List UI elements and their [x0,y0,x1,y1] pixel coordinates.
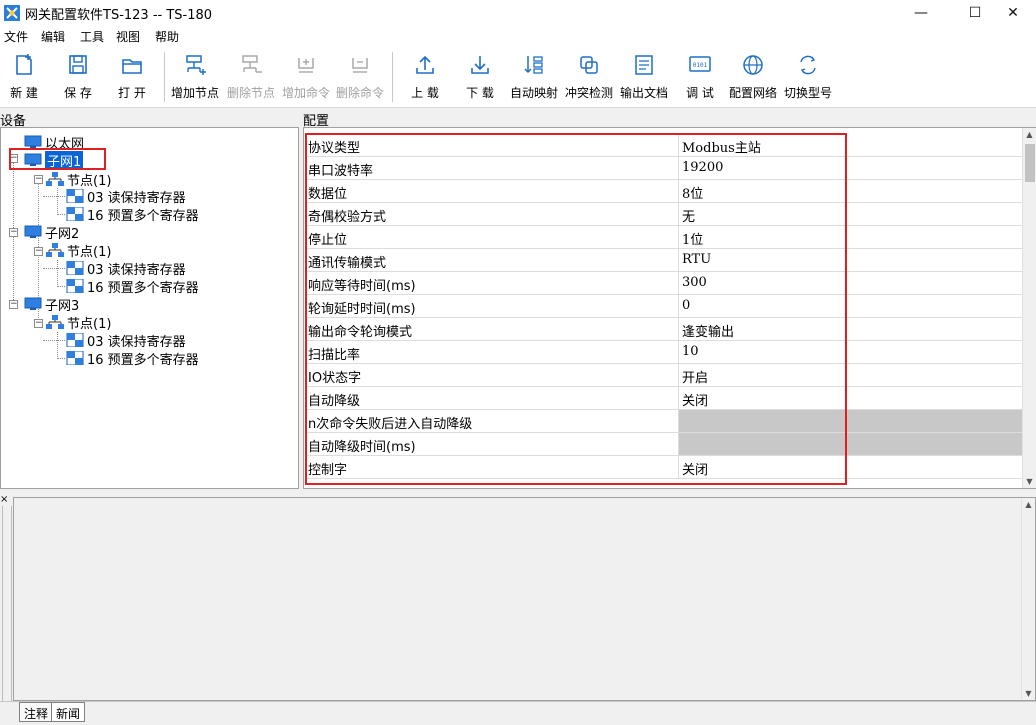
title-bar: 网关配置软件TS-123 -- TS-180 — ☐ ✕ [0,0,1036,26]
document-icon [635,55,653,75]
add-node-button[interactable]: 增加节点 [168,52,222,104]
tree-item-command-16[interactable]: 16 预置多个寄存器 [66,205,199,224]
new-file-icon [16,54,32,75]
add-node-icon [186,55,206,75]
scroll-up-arrow-icon[interactable]: ▲ [1022,500,1035,509]
register-icon [66,207,84,221]
tree-item-subnet3[interactable]: 子网3 [24,295,79,314]
collapse-toggle-subnet2[interactable]: − [9,228,18,237]
minimize-button[interactable]: — [898,0,944,26]
output-splitter[interactable] [2,506,12,701]
new-button[interactable]: 新 建 [6,52,42,104]
tree-item-command-03[interactable]: 03 读保持寄存器 [66,259,186,278]
download-button[interactable]: 下 载 [460,52,500,104]
bottom-tab-bar [0,701,1036,725]
scroll-up-arrow-icon[interactable]: ▲ [1023,130,1036,139]
menu-file[interactable]: 文件 [4,28,28,45]
globe-icon [743,55,763,75]
conflict-check-icon [580,56,598,74]
register-icon [66,333,84,347]
tree-line [57,188,58,215]
register-icon [66,351,84,365]
menu-view[interactable]: 视图 [116,28,140,45]
export-doc-button[interactable]: 输出文档 [618,52,670,104]
collapse-toggle-subnet3[interactable]: − [9,300,18,309]
switch-model-button[interactable]: 切换型号 [782,52,834,104]
tree-item-command-16[interactable]: 16 预置多个寄存器 [66,349,199,368]
scroll-down-arrow-icon[interactable]: ▼ [1023,477,1036,486]
tree-line [57,358,65,359]
output-panel: ▲ ▼ [13,497,1036,701]
auto-map-button[interactable]: 自动映射 [508,52,560,104]
monitor-icon [24,135,42,148]
selection-highlight-box [9,148,106,170]
add-command-icon [298,58,314,73]
debug-button[interactable]: 0101 调 试 [680,52,720,104]
add-command-button[interactable]: 增加命令 [279,52,333,104]
config-network-button[interactable]: 配置网络 [727,52,779,104]
app-icon [4,5,20,21]
tree-line [57,332,58,359]
output-scrollbar[interactable]: ▲ ▼ [1021,498,1035,700]
close-button[interactable]: ✕ [990,0,1036,26]
window-title: 网关配置软件TS-123 -- TS-180 [25,8,213,23]
tab-comments[interactable]: 注释 [19,702,54,722]
scroll-thumb[interactable] [1025,144,1035,182]
switch-icon [800,55,816,75]
collapse-toggle-node[interactable]: − [34,319,43,328]
tree-line [43,340,65,341]
tree-item-command-03[interactable]: 03 读保持寄存器 [66,331,186,350]
register-icon [66,279,84,293]
delete-command-button[interactable]: 删除命令 [333,52,387,104]
auto-map-icon [524,56,543,74]
toolbar-separator [164,52,165,102]
menu-tools[interactable]: 工具 [80,28,104,45]
collapse-toggle-node[interactable]: − [34,175,43,184]
register-icon [66,261,84,275]
output-close-icon[interactable]: × [0,494,8,505]
menu-help[interactable]: 帮助 [155,28,179,45]
download-icon [471,56,489,74]
collapse-toggle-node[interactable]: − [34,247,43,256]
network-node-icon [46,243,64,257]
open-button[interactable]: 打 开 [114,52,150,104]
tree-line [43,268,65,269]
network-node-icon [46,315,64,329]
menu-bar: 文件 编辑 工具 视图 帮助 [0,26,1036,46]
tree-item-node[interactable]: 节点(1) [46,241,111,260]
monitor-icon [24,225,42,238]
tab-news[interactable]: 新闻 [51,702,86,722]
delete-node-button[interactable]: 删除节点 [224,52,278,104]
upload-icon [416,55,434,74]
config-highlight-box [305,133,847,485]
tree-item-node[interactable]: 节点(1) [46,170,111,189]
tree-line [57,214,65,215]
toolbar: 新 建 保 存 打 开 增加节点 删除节点 增加命令 删除命令 上 载 下 载 … [0,46,1036,108]
tree-line [57,260,58,287]
toolbar-separator [392,52,393,102]
conflict-check-button[interactable]: 冲突检测 [563,52,615,104]
scroll-down-arrow-icon[interactable]: ▼ [1022,689,1035,698]
folder-icon [122,59,142,74]
binary-monitor-icon: 0101 [689,56,711,72]
property-scrollbar[interactable]: ▲ ▼ [1022,128,1036,488]
upload-button[interactable]: 上 载 [405,52,445,104]
delete-command-icon [352,58,368,73]
tree-item-command-03[interactable]: 03 读保持寄存器 [66,187,186,206]
tree-item-node[interactable]: 节点(1) [46,313,111,332]
tree-line [43,196,65,197]
register-icon [66,189,84,203]
tree-item-subnet2[interactable]: 子网2 [24,223,79,242]
monitor-icon [24,297,42,310]
menu-edit[interactable]: 编辑 [41,28,65,45]
save-icon [69,55,87,74]
svg-text:0101: 0101 [693,62,708,69]
delete-node-icon [242,55,262,73]
save-button[interactable]: 保 存 [60,52,96,104]
tree-item-command-16[interactable]: 16 预置多个寄存器 [66,277,199,296]
network-node-icon [46,172,64,186]
device-tree: 以太网 − 子网1 − 节点(1) 03 读保持寄存器 16 预置多个寄存器 −… [0,127,299,489]
tree-line [57,286,65,287]
